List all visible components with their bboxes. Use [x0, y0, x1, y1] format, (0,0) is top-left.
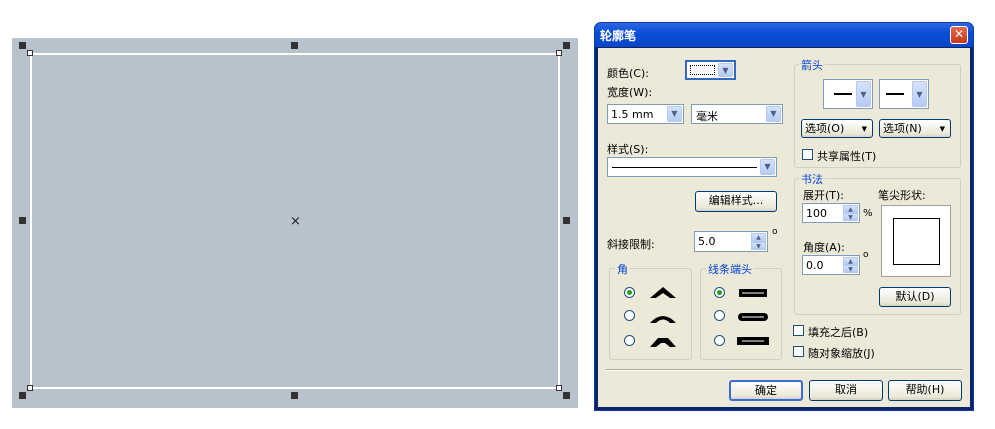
corner-group-title: 角 — [615, 261, 630, 277]
spin-up-icon[interactable]: ▲ — [751, 233, 766, 242]
unit-value: 毫米 — [696, 110, 718, 123]
chevron-down-icon: ▼ — [667, 106, 682, 122]
dialog-title: 轮廓笔 — [600, 29, 637, 43]
width-value: 1.5 mm — [611, 108, 654, 121]
round-corner-icon — [650, 316, 676, 323]
selection-handle-bottom-right[interactable] — [563, 392, 570, 399]
selection-handle-bottom-left[interactable] — [19, 392, 26, 399]
angle-degree-symbol: o — [863, 250, 869, 260]
share-attributes-checkbox[interactable] — [802, 149, 813, 160]
color-swatch — [690, 65, 715, 75]
stretch-input[interactable]: 100 ▲ ▼ — [802, 203, 860, 223]
width-select[interactable]: 1.5 mm ▼ — [607, 104, 684, 124]
selection-handle-left[interactable] — [19, 217, 26, 224]
stretch-label: 展开(T): — [803, 189, 845, 202]
spin-up-icon[interactable]: ▲ — [843, 257, 858, 265]
miter-corner-icon — [650, 287, 676, 298]
cap-butt-radio[interactable] — [714, 287, 725, 298]
angle-label: 角度(A): — [803, 241, 845, 254]
fill-behind-checkbox[interactable] — [793, 325, 804, 336]
calligraphy-group-title: 书法 — [799, 171, 825, 187]
corner-miter-radio[interactable] — [624, 287, 635, 298]
chevron-down-icon: ▼ — [760, 159, 775, 175]
chevron-down-icon: ▼ — [912, 81, 927, 107]
line-icon — [834, 93, 852, 95]
bevel-corner-icon — [650, 338, 676, 347]
spin-down-icon[interactable]: ▼ — [751, 241, 766, 250]
selection-handle-top-left[interactable] — [19, 42, 26, 49]
nib-shape-label: 笔尖形状: — [878, 189, 926, 202]
line-cap-icons — [737, 289, 769, 345]
nib-shape-preview[interactable] — [881, 205, 951, 277]
dialog-titlebar[interactable] — [595, 23, 973, 47]
selection-handle-top[interactable] — [291, 42, 298, 49]
spin-up-icon[interactable]: ▲ — [843, 205, 858, 213]
nib-square-icon — [893, 218, 940, 265]
edit-style-button[interactable]: 编辑样式... — [695, 191, 777, 212]
end-arrow-options-button[interactable]: 选项(N) ▼ — [879, 119, 951, 138]
style-label: 样式(S): — [607, 143, 649, 156]
miter-limit-value: 5.0 — [698, 235, 716, 248]
end-arrow-options-label: 选项(N) — [883, 122, 922, 135]
fill-behind-label: 填充之后(B) — [808, 326, 869, 339]
color-picker[interactable]: ▼ — [685, 60, 736, 80]
chevron-down-icon: ▼ — [718, 63, 733, 77]
miter-limit-input[interactable]: 5.0 ▲ ▼ — [694, 231, 768, 252]
style-select[interactable]: ▼ — [607, 157, 777, 177]
color-label: 颜色(C): — [607, 67, 649, 80]
spin-down-icon[interactable]: ▼ — [843, 213, 858, 221]
close-button[interactable]: ✕ — [950, 26, 968, 44]
node-bottom-left[interactable] — [27, 385, 33, 391]
stretch-value: 100 — [806, 207, 827, 220]
miter-limit-label: 斜接限制: — [607, 238, 655, 251]
scale-with-image-label: 随对象缩放(J) — [808, 347, 875, 360]
angle-value: 0.0 — [806, 259, 824, 272]
dropdown-arrow-icon: ▼ — [861, 125, 867, 133]
chevron-down-icon: ▼ — [766, 106, 781, 122]
node-bottom-right[interactable] — [556, 385, 562, 391]
end-arrow-select[interactable]: ▼ — [879, 79, 929, 109]
dropdown-arrow-icon: ▼ — [939, 125, 945, 133]
corner-bevel-radio[interactable] — [624, 335, 635, 346]
help-button[interactable]: 帮助(H) — [888, 380, 962, 401]
unit-select[interactable]: 毫米 ▼ — [691, 104, 783, 124]
cap-round-radio[interactable] — [714, 310, 725, 321]
scale-with-image-checkbox[interactable] — [793, 346, 804, 357]
default-button[interactable]: 默认(D) — [879, 287, 951, 307]
cap-square-radio[interactable] — [714, 335, 725, 346]
start-arrow-select[interactable]: ▼ — [823, 79, 873, 109]
corner-style-icons — [650, 287, 676, 347]
share-attributes-label: 共享属性(T) — [817, 150, 877, 163]
divider — [606, 369, 962, 371]
start-arrow-options-label: 选项(O) — [805, 122, 845, 135]
percent-symbol: % — [863, 208, 873, 219]
corner-round-radio[interactable] — [624, 310, 635, 321]
line-icon — [886, 93, 904, 95]
node-top-right[interactable] — [556, 50, 562, 56]
degree-symbol: o — [772, 227, 778, 237]
selection-handle-bottom[interactable] — [291, 392, 298, 399]
angle-input[interactable]: 0.0 ▲ ▼ — [802, 255, 860, 275]
selection-handle-top-right[interactable] — [563, 42, 570, 49]
ok-button[interactable]: 确定 — [729, 380, 803, 401]
chevron-down-icon: ▼ — [856, 81, 871, 107]
width-label: 宽度(W): — [607, 86, 653, 99]
start-arrow-options-button[interactable]: 选项(O) ▼ — [801, 119, 873, 138]
line-cap-group-title: 线条端头 — [706, 261, 754, 277]
spin-down-icon[interactable]: ▼ — [843, 265, 858, 273]
cancel-button[interactable]: 取消 — [809, 380, 883, 401]
selection-handle-right[interactable] — [563, 217, 570, 224]
center-marker-icon: × — [290, 214, 301, 229]
arrows-group-title: 箭头 — [799, 57, 825, 73]
node-top-left[interactable] — [27, 50, 33, 56]
solid-line-preview — [612, 167, 757, 168]
